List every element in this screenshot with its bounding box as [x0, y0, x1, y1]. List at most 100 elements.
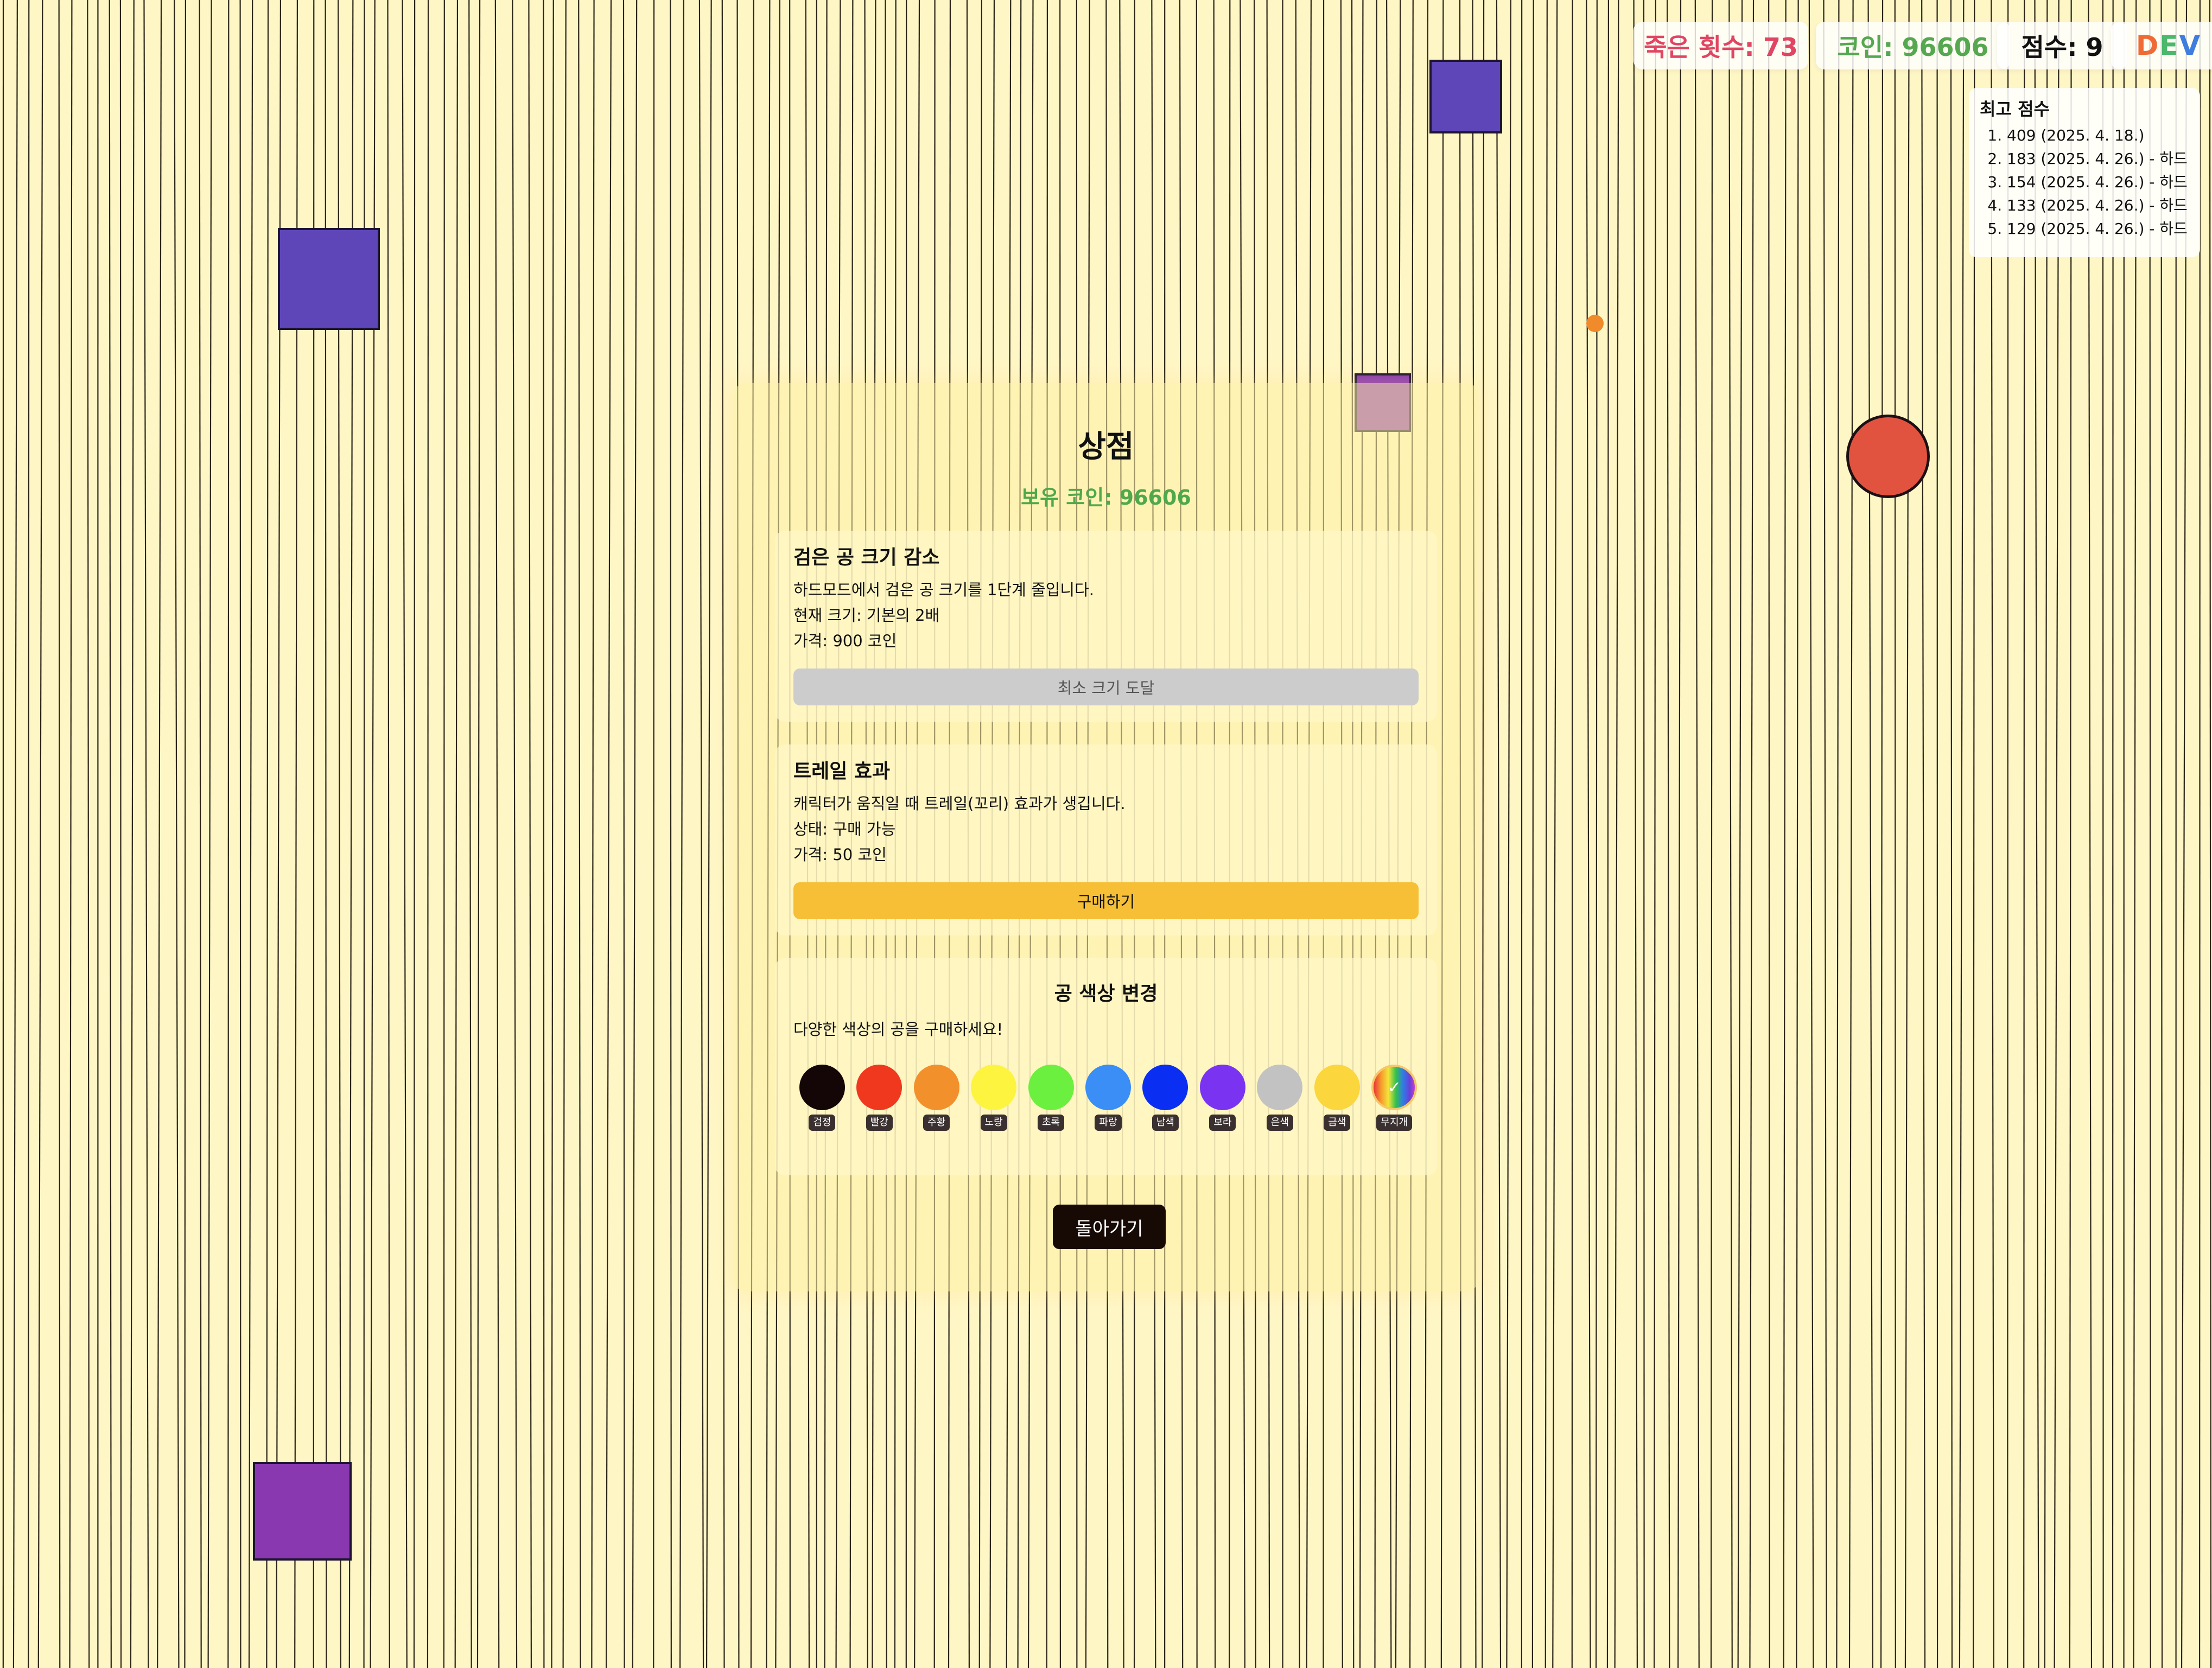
status: 상태: 구매 가능	[793, 820, 896, 838]
stripe	[1880, 0, 1884, 1668]
color-option-green[interactable]: 초록	[1022, 1065, 1079, 1131]
color-label: 남색	[1152, 1115, 1179, 1131]
color-dot	[1314, 1065, 1360, 1110]
high-score-entry: 183 (2025. 4. 26.) - 하드	[2007, 147, 2189, 170]
selected-check-icon: ✓	[1387, 1078, 1401, 1097]
dev-letter: D	[2135, 30, 2160, 61]
stripe	[1694, 0, 1700, 1668]
color-option-rainbow[interactable]: ✓ 무지개	[1366, 1065, 1423, 1131]
color-label: 주황	[923, 1115, 950, 1131]
stripe	[679, 0, 684, 1668]
shop-title: 상점	[1078, 429, 1134, 464]
color-label: 보라	[1209, 1115, 1236, 1131]
ball-size-card: 검은 공 크기 감소 하드모드에서 검은 공 크기를 1단계 줄입니다. 현재 …	[775, 531, 1437, 722]
stripe	[1586, 0, 1591, 1668]
stripe	[1506, 0, 1511, 1668]
stripe	[266, 0, 269, 1668]
stripe	[1728, 0, 1733, 1668]
stripe	[476, 0, 481, 1668]
high-score-entry: 133 (2025. 4. 26.) - 하드	[2007, 194, 2189, 217]
price: 가격: 50 코인	[793, 845, 887, 864]
stripe	[248, 0, 253, 1668]
stripe	[12, 0, 18, 1668]
color-option-navy[interactable]: 남색	[1137, 1065, 1194, 1131]
stripe	[578, 0, 581, 1668]
high-score-entry: 129 (2025. 4. 26.) - 하드	[2007, 217, 2189, 240]
card-title: 트레일 효과	[793, 760, 891, 782]
stripe	[1606, 0, 1610, 1668]
stripe	[1894, 0, 1896, 1668]
stripe	[87, 0, 90, 1668]
obstacle-square	[253, 1462, 352, 1561]
card-title: 공 색상 변경	[1054, 983, 1158, 1005]
color-option-yellow[interactable]: 노랑	[965, 1065, 1022, 1131]
max-reached-button[interactable]: 최소 크기 도달	[793, 669, 1419, 705]
stripe	[207, 0, 212, 1668]
color-option-red[interactable]: 빨강	[850, 1065, 907, 1131]
stripe	[698, 0, 704, 1668]
color-label: 검정	[809, 1115, 836, 1131]
stripe	[1677, 0, 1682, 1668]
stripe	[653, 0, 655, 1668]
stripe	[157, 0, 162, 1668]
stripe	[494, 0, 500, 1668]
color-option-purple[interactable]: 보라	[1194, 1065, 1251, 1131]
stripe	[1571, 0, 1573, 1668]
color-option-silver[interactable]: 은색	[1251, 1065, 1308, 1131]
color-dot	[1142, 1065, 1188, 1110]
color-dot	[1085, 1065, 1131, 1110]
stripe	[562, 0, 567, 1668]
stripe	[239, 0, 241, 1668]
buy-trail-button[interactable]: 구매하기	[793, 882, 1419, 919]
stripe	[528, 0, 532, 1668]
stripe	[28, 0, 30, 1668]
color-label: 은색	[1266, 1115, 1293, 1131]
stripe	[37, 0, 43, 1668]
stripe	[1633, 0, 1638, 1668]
high-score-entry: 409 (2025. 4. 18.)	[2007, 124, 2189, 147]
stripe	[402, 0, 408, 1668]
card-description: 캐릭터가 움직일 때 트레일(꼬리) 효과가 생깁니다.	[793, 794, 1126, 813]
stripe	[551, 0, 554, 1668]
back-button[interactable]: 돌아가기	[1053, 1205, 1166, 1249]
stripe	[2209, 0, 2212, 1668]
stripe	[1667, 0, 1670, 1668]
stripe	[512, 0, 518, 1668]
color-option-blue[interactable]: 파랑	[1079, 1065, 1136, 1131]
stripe	[1614, 0, 1619, 1668]
stripe	[1867, 0, 1873, 1668]
enemy-ball	[1846, 415, 1930, 498]
stripe	[1823, 0, 1827, 1668]
color-option-black[interactable]: 검정	[793, 1065, 850, 1131]
card-description: 하드모드에서 검은 공 크기를 1단계 줄입니다.	[793, 581, 1095, 599]
stripe	[1544, 0, 1548, 1668]
high-score-panel: 최고 점수 409 (2025. 4. 18.) 183 (2025. 4. 2…	[1969, 88, 2200, 257]
card-description: 다양한 색상의 공을 구매하세요!	[793, 1020, 1003, 1039]
obstacle-square	[278, 228, 380, 330]
stripe	[543, 0, 545, 1668]
color-label: 노랑	[980, 1115, 1007, 1131]
price: 가격: 900 코인	[793, 632, 897, 650]
stripe	[1921, 0, 1926, 1668]
stripe	[1552, 0, 1558, 1668]
stripe	[174, 0, 180, 1668]
color-label: 빨강	[866, 1115, 893, 1131]
stripe	[721, 0, 725, 1668]
dev-badge[interactable]: DEV	[2111, 22, 2212, 69]
stripe	[1496, 0, 1502, 1668]
color-option-gold[interactable]: 금색	[1308, 1065, 1365, 1131]
stripe	[1768, 0, 1770, 1668]
coin-pickup	[1586, 315, 1604, 332]
color-dot	[1199, 1065, 1245, 1110]
stripe	[1710, 0, 1713, 1668]
stripe	[670, 0, 672, 1668]
color-option-orange[interactable]: 주황	[908, 1065, 965, 1131]
stripe	[1950, 0, 1953, 1668]
stripe	[58, 0, 61, 1668]
high-score-title: 최고 점수	[1980, 99, 2050, 119]
stripe	[622, 0, 625, 1668]
color-label: 초록	[1037, 1115, 1065, 1131]
color-dot: ✓	[1371, 1065, 1418, 1110]
obstacle-square	[1429, 60, 1502, 133]
stripe	[632, 0, 638, 1668]
